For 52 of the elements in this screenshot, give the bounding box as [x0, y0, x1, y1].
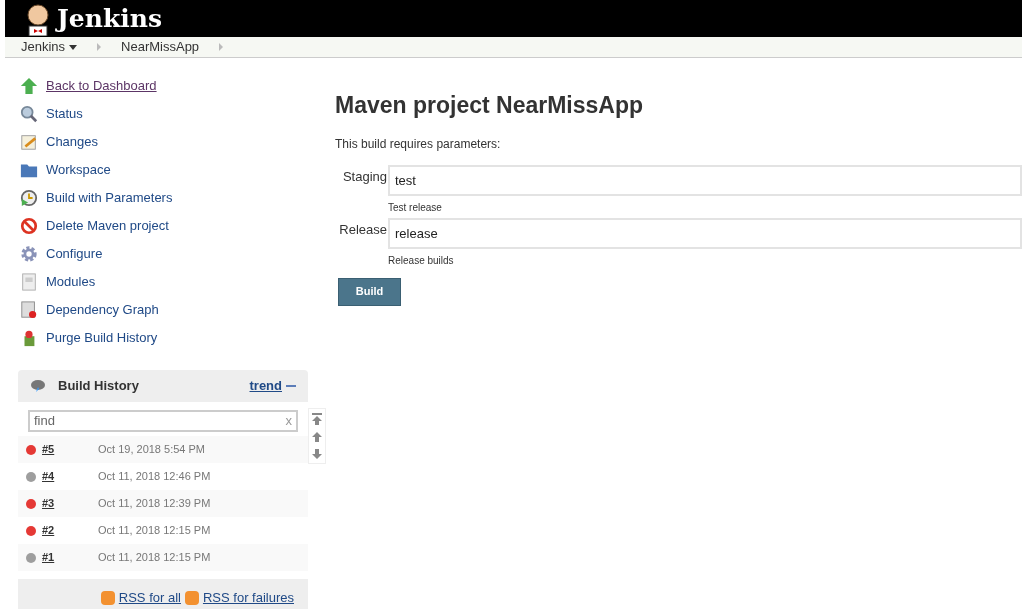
app-title[interactable]: Jenkins	[57, 0, 162, 38]
build-date: Oct 19, 2018 5:54 PM	[98, 442, 205, 458]
sidebar-link[interactable]: Status	[46, 104, 83, 124]
build-date: Oct 11, 2018 12:15 PM	[98, 523, 211, 539]
settings-icon[interactable]	[20, 245, 38, 263]
parameter-label: Staging	[341, 167, 387, 186]
page-icon[interactable]	[20, 273, 38, 291]
intro-text: This build requires parameters:	[335, 135, 502, 153]
no-entry-icon[interactable]	[20, 217, 38, 235]
parameter-description: Release builds	[388, 253, 455, 268]
scroll-up-icon[interactable]	[312, 432, 322, 442]
build-date: Oct 11, 2018 12:46 PM	[98, 469, 211, 485]
rss-link[interactable]: RSS for failures	[202, 588, 294, 608]
dropdown-caret-icon[interactable]	[69, 44, 78, 50]
scroll-down-icon[interactable]	[312, 449, 322, 460]
sidebar-link[interactable]: Workspace	[46, 160, 111, 180]
sidebar-link[interactable]: Configure	[46, 244, 103, 264]
panel-title: Build History	[58, 377, 139, 396]
sidebar-link[interactable]: Dependency Graph	[46, 300, 159, 320]
notepad-icon[interactable]	[20, 133, 38, 151]
build-date: Oct 11, 2018 12:15 PM	[98, 550, 211, 566]
sidebar-link[interactable]: Modules	[46, 272, 96, 292]
scroll-top-icon[interactable]	[312, 412, 322, 425]
rss-link[interactable]: RSS for all	[118, 588, 181, 608]
clock-icon[interactable]	[20, 189, 38, 207]
page-heading: Maven project NearMissApp	[335, 91, 645, 120]
sidebar-link[interactable]: Back to Dashboard	[46, 76, 157, 96]
build-date: Oct 11, 2018 12:39 PM	[98, 496, 211, 512]
breadcrumb-separator-icon	[219, 43, 224, 51]
parameter-label: Release	[338, 220, 387, 239]
sidebar-link[interactable]: Changes	[46, 132, 99, 152]
breadcrumb-separator-icon	[97, 43, 102, 51]
sidebar-link[interactable]: Delete Maven project	[46, 216, 169, 236]
chart-page-icon[interactable]	[20, 301, 38, 319]
build-link[interactable]: #1	[42, 549, 92, 566]
text-field[interactable]: test	[388, 164, 1022, 196]
up-arrow-icon[interactable]	[20, 77, 38, 95]
search-icon[interactable]	[20, 105, 38, 123]
build-button[interactable]: Build	[338, 277, 401, 306]
build-link[interactable]: #4	[42, 468, 92, 485]
text-field[interactable]: release	[388, 217, 1022, 249]
breadcrumb-link[interactable]: Jenkins	[21, 37, 66, 57]
parameter-description: Test release	[388, 200, 443, 215]
sidebar-link[interactable]: Build with Parameters	[46, 188, 173, 208]
rss-icon[interactable]	[100, 590, 115, 605]
rss-icon[interactable]	[184, 590, 199, 605]
build-link[interactable]: #5	[42, 441, 92, 458]
sidebar-link[interactable]: Purge Build History	[46, 328, 158, 348]
build-link[interactable]: #2	[42, 522, 92, 539]
trend-link[interactable]: trend	[249, 376, 282, 396]
breadcrumb-link[interactable]: NearMissApp	[121, 37, 200, 57]
build-link[interactable]: #3	[42, 495, 92, 512]
